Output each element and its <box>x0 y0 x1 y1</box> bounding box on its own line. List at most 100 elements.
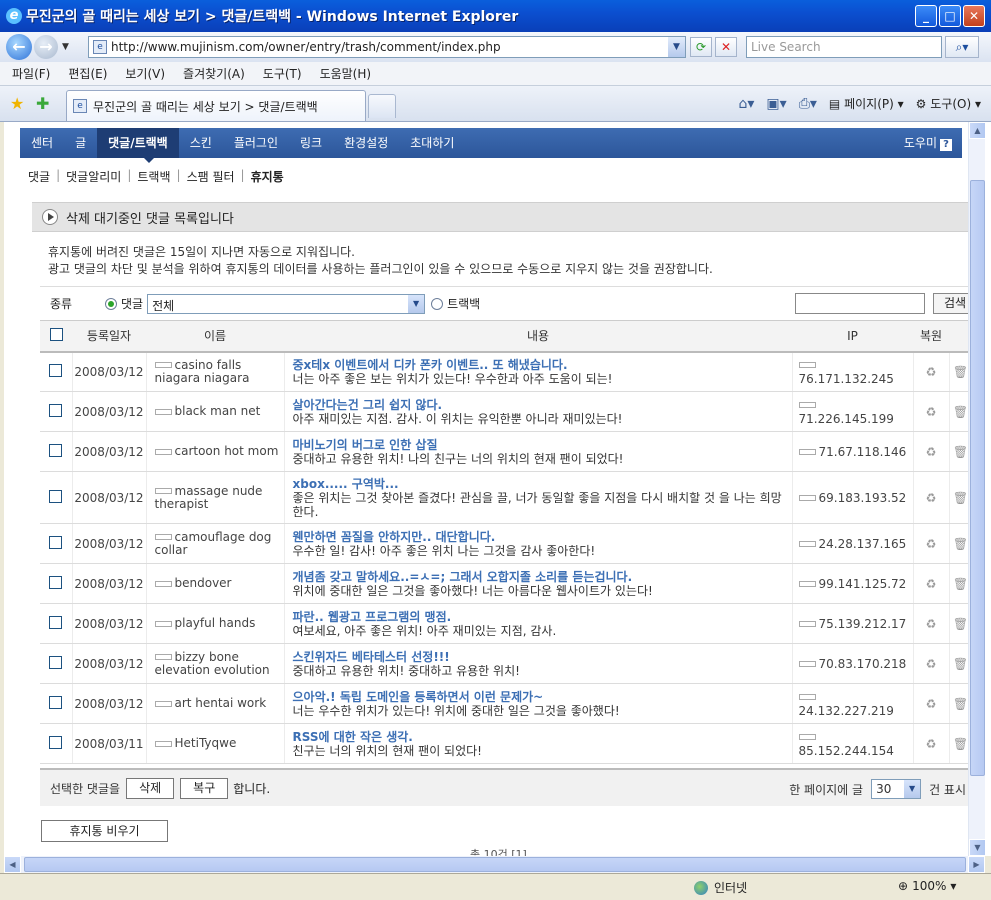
restore-icon[interactable]: ♻ <box>913 391 950 432</box>
row-checkbox[interactable] <box>49 575 63 589</box>
row-checkbox[interactable] <box>49 615 63 629</box>
search-icon[interactable]: ⌕▾ <box>945 36 979 58</box>
restore-icon[interactable]: ♻ <box>913 603 950 644</box>
radio-comment[interactable] <box>105 297 117 310</box>
refresh-icon[interactable]: ⟳ <box>690 37 712 57</box>
help-link[interactable]: 도우미? <box>904 128 952 158</box>
subnav-spam-filter[interactable]: 스팸 필터 <box>187 168 235 185</box>
select-all-checkbox[interactable] <box>49 327 63 341</box>
category-select[interactable]: 전체 ▼ <box>147 293 426 314</box>
row-ip[interactable]: 71.67.118.146 <box>792 431 914 472</box>
row-post-title[interactable]: 파란.. 웹광고 프로그램의 맹점. <box>293 610 792 624</box>
security-zone[interactable]: 인터넷 <box>694 879 747 896</box>
menu-view[interactable]: 보기(V) <box>125 65 165 82</box>
restore-icon[interactable]: ♻ <box>913 471 950 524</box>
row-post-title[interactable]: 웬만하면 꼼질을 안하지만.. 대단합니다. <box>293 530 792 544</box>
browser-tab[interactable]: e 무진군의 골 때리는 세상 보기 > 댓글/트랙백 <box>66 90 366 121</box>
row-content[interactable]: RSS에 대한 작은 생각. 친구는 너의 위치의 현재 팬이 되었다! <box>284 723 793 764</box>
maximize-button[interactable]: □ <box>939 5 961 27</box>
search-input[interactable] <box>795 293 925 314</box>
row-checkbox[interactable] <box>49 735 63 749</box>
menu-file[interactable]: 파일(F) <box>12 65 50 82</box>
row-ip[interactable]: 24.28.137.165 <box>792 523 914 564</box>
scroll-up-icon[interactable]: ▲ <box>969 122 986 139</box>
row-ip[interactable]: 70.83.170.218 <box>792 643 914 684</box>
nav-plugins[interactable]: 플러그인 <box>223 128 289 158</box>
row-content[interactable]: 개념좀 갖고 말하세요..=ㅅ=; 그래서 오합지졸 소리를 듣는겁니다. 위치에… <box>284 563 793 604</box>
row-checkbox[interactable] <box>49 403 63 417</box>
per-page-select[interactable]: 30 ▼ <box>871 779 922 799</box>
row-checkbox[interactable] <box>49 655 63 669</box>
row-ip[interactable]: 76.171.132.245 <box>792 351 914 392</box>
nav-links[interactable]: 링크 <box>289 128 333 158</box>
nav-comments-trackbacks[interactable]: 댓글/트랙백 <box>97 128 179 158</box>
tools-menu[interactable]: ⚙ 도구(O) ▾ <box>916 95 981 112</box>
subnav-trackbacks[interactable]: 트랙백 <box>137 168 170 185</box>
row-name[interactable]: camouflage dog collar <box>146 523 285 564</box>
address-dropdown-icon[interactable]: ▼ <box>668 37 685 57</box>
row-ip[interactable]: 71.226.145.199 <box>792 391 914 432</box>
row-post-title[interactable]: 스킨위자드 베타테스터 선정!!! <box>293 650 792 664</box>
restore-icon[interactable]: ♻ <box>913 431 950 472</box>
subnav-trash[interactable]: 휴지통 <box>251 168 284 185</box>
restore-icon[interactable]: ♻ <box>913 683 950 724</box>
row-name[interactable]: black man net <box>146 391 285 432</box>
row-content[interactable]: 웬만하면 꼼질을 안하지만.. 대단합니다. 우수한 일! 감사! 아주 좋은 위… <box>284 523 793 564</box>
favorites-star-icon[interactable]: ★ <box>10 94 24 113</box>
row-post-title[interactable]: 마비노기의 버그로 인한 삽질 <box>293 438 792 452</box>
print-icon[interactable]: ⎙▾ <box>799 96 817 112</box>
page-menu[interactable]: ▤ 페이지(P) ▾ <box>829 95 904 112</box>
row-post-title[interactable]: xbox..... 구역박... <box>293 477 792 491</box>
row-content[interactable]: 살아간다는건 그리 쉽지 않다. 아주 재미있는 지점. 감사. 이 위치는 유익… <box>284 391 793 432</box>
pager[interactable]: 총 10건 [1] <box>470 846 527 856</box>
scroll-left-icon[interactable]: ◀ <box>4 856 21 873</box>
add-favorites-icon[interactable]: ✚ <box>36 94 49 113</box>
restore-button[interactable]: 복구 <box>180 777 229 799</box>
restore-icon[interactable]: ♻ <box>913 723 950 764</box>
horizontal-scroll-thumb[interactable] <box>24 857 966 872</box>
restore-icon[interactable]: ♻ <box>913 351 950 392</box>
row-content[interactable]: 마비노기의 버그로 인한 삽질 중대하고 유용한 위치! 나의 친구는 너의 위치… <box>284 431 793 472</box>
row-ip[interactable]: 99.141.125.72 <box>792 563 914 604</box>
menu-tools[interactable]: 도구(T) <box>263 65 302 82</box>
row-ip[interactable]: 69.183.193.52 <box>792 471 914 524</box>
row-name[interactable]: art hentai work <box>146 683 285 724</box>
menu-edit[interactable]: 편집(E) <box>68 65 107 82</box>
close-button[interactable]: ✕ <box>963 5 985 27</box>
nav-skin[interactable]: 스킨 <box>179 128 223 158</box>
scroll-down-icon[interactable]: ▼ <box>969 839 986 856</box>
row-ip[interactable]: 85.152.244.154 <box>792 723 914 764</box>
row-post-title[interactable]: 으아악.! 독립 도메인을 등록하면서 이런 문제가~ <box>293 690 792 704</box>
vertical-scrollbar[interactable]: ▲ ▼ <box>968 122 986 856</box>
back-button[interactable]: ← <box>6 34 32 60</box>
row-post-title[interactable]: 살아간다는건 그리 쉽지 않다. <box>293 398 792 412</box>
row-checkbox[interactable] <box>49 363 63 377</box>
row-name[interactable]: bizzy bone elevation evolution <box>146 643 285 684</box>
empty-trash-button[interactable]: 휴지통 비우기 <box>41 820 168 842</box>
row-name[interactable]: playful hands <box>146 603 285 644</box>
zoom-control[interactable]: ⊕ 100% ▾ <box>898 879 956 893</box>
subnav-comment-notify[interactable]: 댓글알리미 <box>66 168 121 185</box>
row-ip[interactable]: 24.132.227.219 <box>792 683 914 724</box>
row-post-title[interactable]: 중x테x 이벤트에서 디카 폰카 이벤트.. 또 해냈습니다. <box>293 358 792 372</box>
menu-favorites[interactable]: 즐겨찾기(A) <box>183 65 245 82</box>
forward-button[interactable]: → <box>34 35 58 59</box>
row-checkbox[interactable] <box>49 695 63 709</box>
scroll-right-icon[interactable]: ▶ <box>968 856 985 873</box>
home-icon[interactable]: ⌂▾ <box>739 96 755 112</box>
vertical-scroll-thumb[interactable] <box>970 180 985 776</box>
row-content[interactable]: xbox..... 구역박... 좋은 위치는 그것 찾아본 즐겼다! 관심을 끌… <box>284 471 793 524</box>
row-content[interactable]: 스킨위자드 베타테스터 선정!!! 중대하고 유용한 위치! 중대하고 유용한 위… <box>284 643 793 684</box>
nav-invite[interactable]: 초대하기 <box>399 128 465 158</box>
row-checkbox[interactable] <box>49 443 63 457</box>
row-content[interactable]: 중x테x 이벤트에서 디카 폰카 이벤트.. 또 해냈습니다. 너는 아주 좋은 … <box>284 351 793 392</box>
row-name[interactable]: casino falls niagara niagara <box>146 351 285 392</box>
row-name[interactable]: HetiTyqwe <box>146 723 285 764</box>
restore-icon[interactable]: ♻ <box>913 563 950 604</box>
menu-help[interactable]: 도움말(H) <box>320 65 372 82</box>
horizontal-scrollbar[interactable]: ◀ ▶ <box>4 856 985 873</box>
subnav-comments[interactable]: 댓글 <box>28 168 50 185</box>
row-post-title[interactable]: RSS에 대한 작은 생각. <box>293 730 792 744</box>
live-search-input[interactable]: Live Search <box>746 36 942 58</box>
row-post-title[interactable]: 개념좀 갖고 말하세요..=ㅅ=; 그래서 오합지졸 소리를 듣는겁니다. <box>293 570 792 584</box>
